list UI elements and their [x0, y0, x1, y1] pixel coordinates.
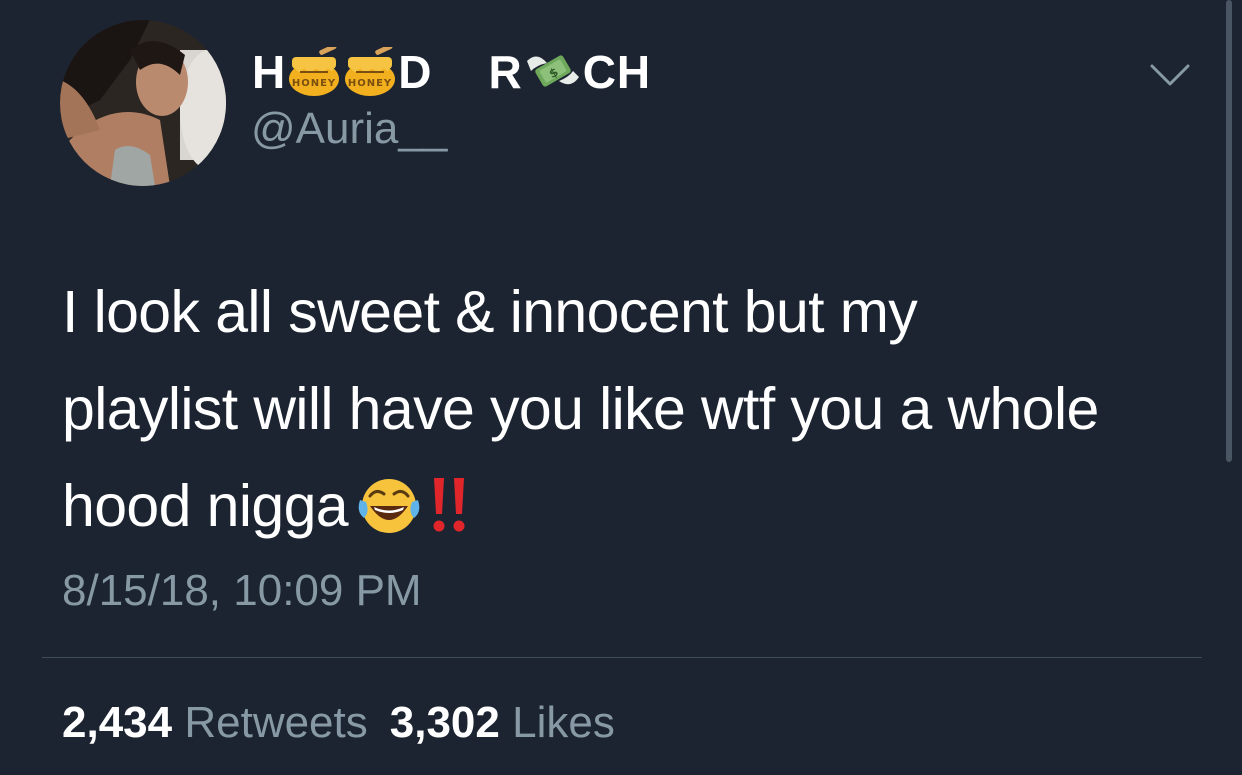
avatar-photo — [60, 20, 226, 186]
display-name-letter: R — [488, 46, 523, 98]
divider — [42, 657, 1202, 658]
honey-pot-icon: HONEY — [345, 47, 396, 96]
tweet-timestamp: 8/15/18, 10:09 PM — [62, 566, 422, 615]
scrollbar[interactable] — [1226, 0, 1232, 462]
avatar[interactable] — [60, 20, 226, 186]
tweet-text-line: playlist will have you like wtf you a wh… — [62, 376, 1099, 442]
display-name-letter: H — [252, 46, 287, 98]
double-exclamation-mark-icon — [433, 478, 465, 532]
user-handle[interactable]: @Auria__ — [251, 104, 447, 154]
likes-label: Likes — [512, 698, 615, 747]
svg-text:HONEY: HONEY — [348, 78, 392, 89]
face-with-tears-of-joy-icon — [358, 479, 420, 533]
display-name-letter: CH — [582, 46, 652, 98]
tweet-text-line-last: hood nigga — [62, 458, 1212, 555]
tweet-stats: 2,434 Retweets 3,302 Likes — [62, 698, 615, 748]
display-name[interactable]: H HONEY HONEY D R $ CH — [252, 44, 651, 100]
svg-text:HONEY: HONEY — [292, 78, 336, 89]
honey-pot-icon: HONEY — [289, 47, 340, 96]
tweet-detail-screen: H HONEY HONEY D R $ CH @Auria__ I look a… — [0, 0, 1242, 775]
tweet-text-line: hood nigga — [62, 473, 349, 539]
retweets-label: Retweets — [184, 698, 368, 747]
tweet-text: I look all sweet & innocent but my playl… — [62, 264, 1212, 555]
retweets-count: 2,434 — [62, 698, 173, 747]
display-name-letter: D — [398, 46, 433, 98]
likes-count: 3,302 — [389, 698, 500, 747]
retweets-stat[interactable]: 2,434 Retweets — [62, 698, 368, 747]
chevron-down-icon[interactable] — [1148, 60, 1192, 90]
money-with-wings-icon: $ — [526, 55, 579, 87]
tweet-text-line: I look all sweet & innocent but my — [62, 279, 918, 345]
likes-stat[interactable]: 3,302 Likes — [390, 698, 615, 747]
